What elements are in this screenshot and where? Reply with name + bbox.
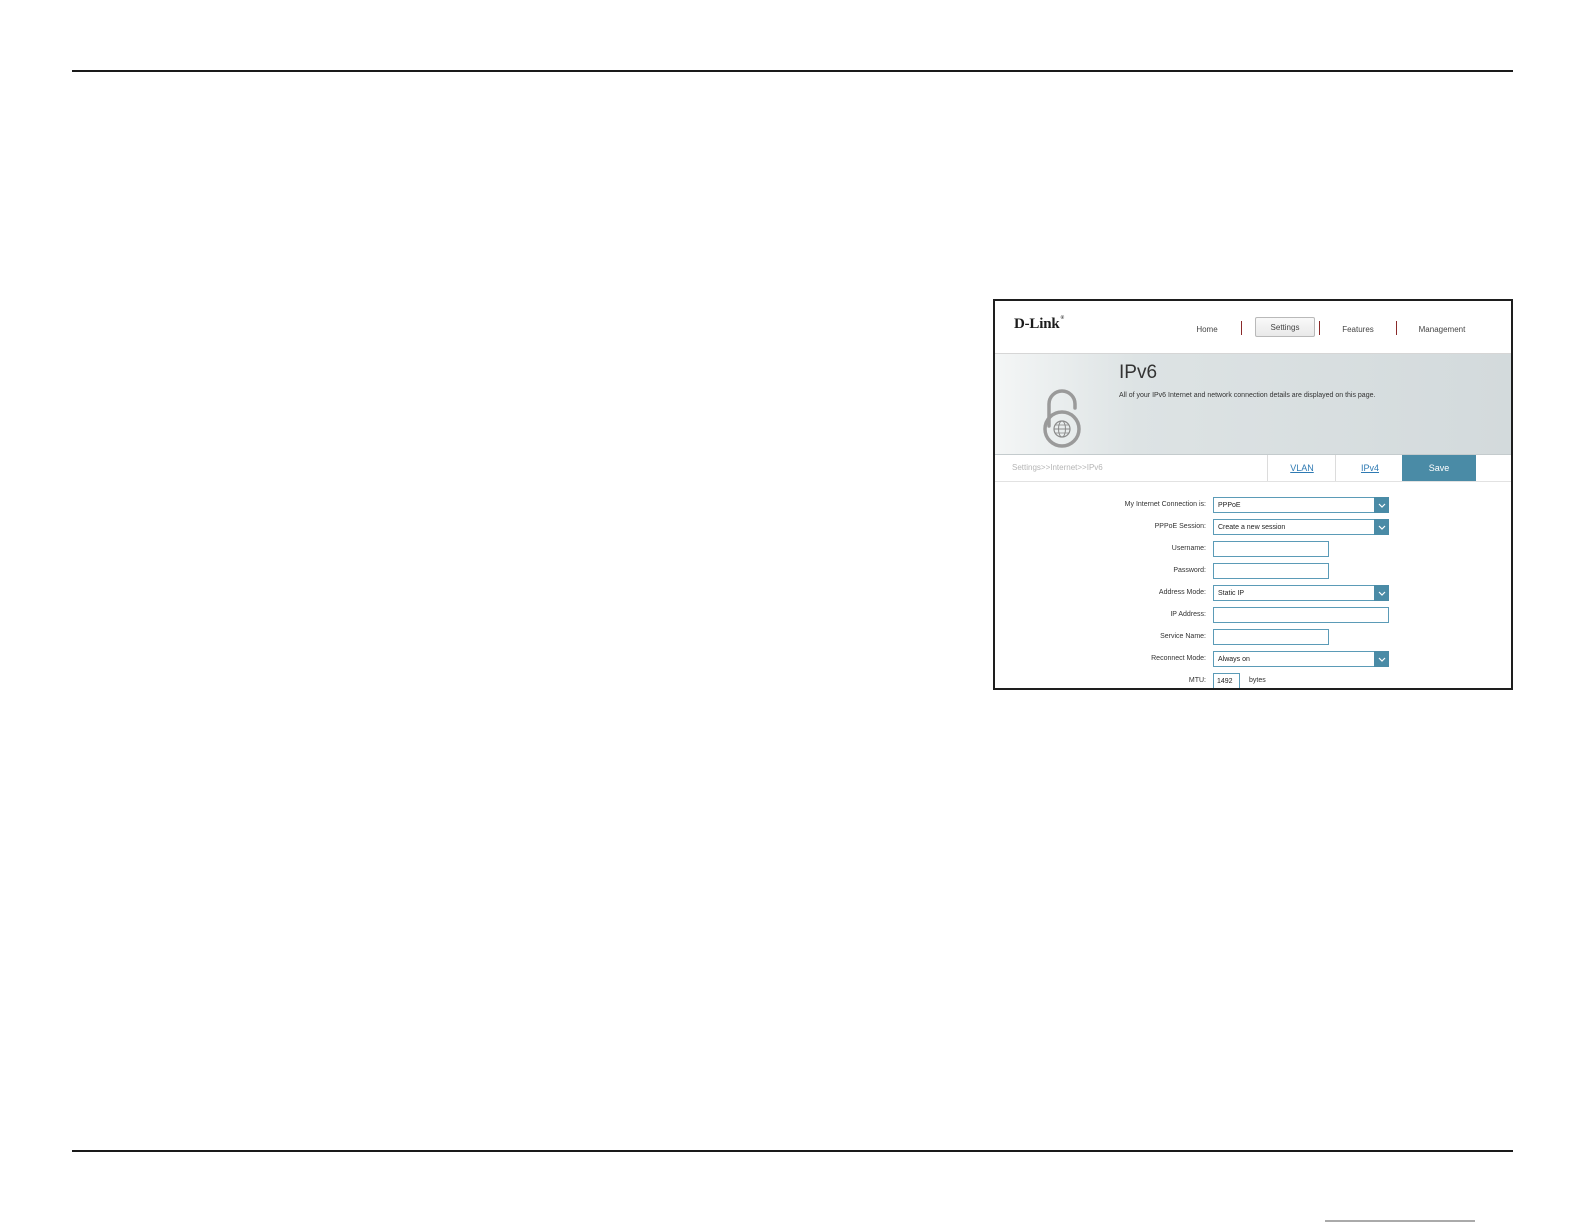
tab-vlan[interactable]: VLAN (1267, 455, 1336, 481)
ip-address-input[interactable] (1213, 607, 1389, 623)
password-row: Password: (995, 563, 1511, 579)
reconnect-mode-label: Reconnect Mode: (1151, 655, 1206, 662)
lock-globe-icon (1043, 389, 1081, 448)
address-mode-label: Address Mode: (1158, 589, 1206, 596)
chevron-down-icon[interactable] (1374, 651, 1389, 667)
reconnect-mode-select[interactable]: Always on (1213, 651, 1389, 667)
mtu-unit: bytes (1249, 677, 1266, 684)
router-ui-screenshot: D-Link® Home Settings Features Managemen… (993, 299, 1513, 690)
tab-ipv4[interactable]: IPv4 (1335, 455, 1404, 481)
mtu-input[interactable]: 1492 (1213, 673, 1240, 688)
address-mode-row: Address Mode: Static IP (995, 585, 1511, 601)
pppoe-session-row: PPPoE Session: Create a new session (995, 519, 1511, 535)
reconnect-mode-row: Reconnect Mode: Always on (995, 651, 1511, 667)
service-name-row: Service Name: (995, 629, 1511, 645)
connection-type-row: My Internet Connection is: PPPoE (995, 497, 1511, 513)
mtu-label: MTU: (1188, 677, 1206, 684)
pppoe-session-select[interactable]: Create a new session (1213, 519, 1389, 535)
ip-address-row: IP Address: (995, 607, 1511, 623)
dlink-logo: D-Link® (1014, 316, 1065, 332)
chevron-down-icon[interactable] (1374, 519, 1389, 535)
service-name-label: Service Name: (1160, 633, 1206, 640)
ip-address-label: IP Address: (1170, 611, 1206, 618)
nav-separator (1396, 321, 1397, 335)
pppoe-session-label: PPPoE Session: (1154, 523, 1206, 530)
chevron-down-icon[interactable] (1374, 497, 1389, 513)
connection-type-select[interactable]: PPPoE (1213, 497, 1389, 513)
nav-separator (1241, 321, 1242, 335)
breadcrumb: Settings>>Internet>>IPv6 (1012, 463, 1103, 472)
username-row: Username: (995, 541, 1511, 557)
page-title: IPv6 (1119, 362, 1158, 383)
top-navigation-bar: D-Link® Home Settings Features Managemen… (995, 301, 1511, 354)
save-button[interactable]: Save (1402, 455, 1476, 481)
username-input[interactable] (1213, 541, 1329, 557)
password-label: Password: (1173, 567, 1206, 574)
address-mode-select[interactable]: Static IP (1213, 585, 1389, 601)
nav-home[interactable]: Home (1187, 320, 1227, 338)
mtu-row: MTU: 1492 bytes (995, 673, 1511, 688)
page-banner: IPv6 All of your IPv6 Internet and netwo… (995, 354, 1511, 455)
service-name-input[interactable] (1213, 629, 1329, 645)
sub-navigation-bar: Settings>>Internet>>IPv6 VLAN IPv4 Save (995, 455, 1511, 482)
page-bottom-rule (72, 1150, 1513, 1152)
password-input[interactable] (1213, 563, 1329, 579)
nav-features[interactable]: Features (1333, 320, 1383, 338)
page-description: All of your IPv6 Internet and network co… (1119, 392, 1376, 399)
connection-type-label: My Internet Connection is: (1124, 501, 1206, 508)
page-top-rule (72, 70, 1513, 72)
nav-management[interactable]: Management (1407, 320, 1477, 338)
username-label: Username: (1171, 545, 1206, 552)
chevron-down-icon[interactable] (1374, 585, 1389, 601)
nav-separator (1319, 321, 1320, 335)
nav-settings[interactable]: Settings (1255, 317, 1315, 337)
footer-decoration (1325, 1220, 1475, 1222)
